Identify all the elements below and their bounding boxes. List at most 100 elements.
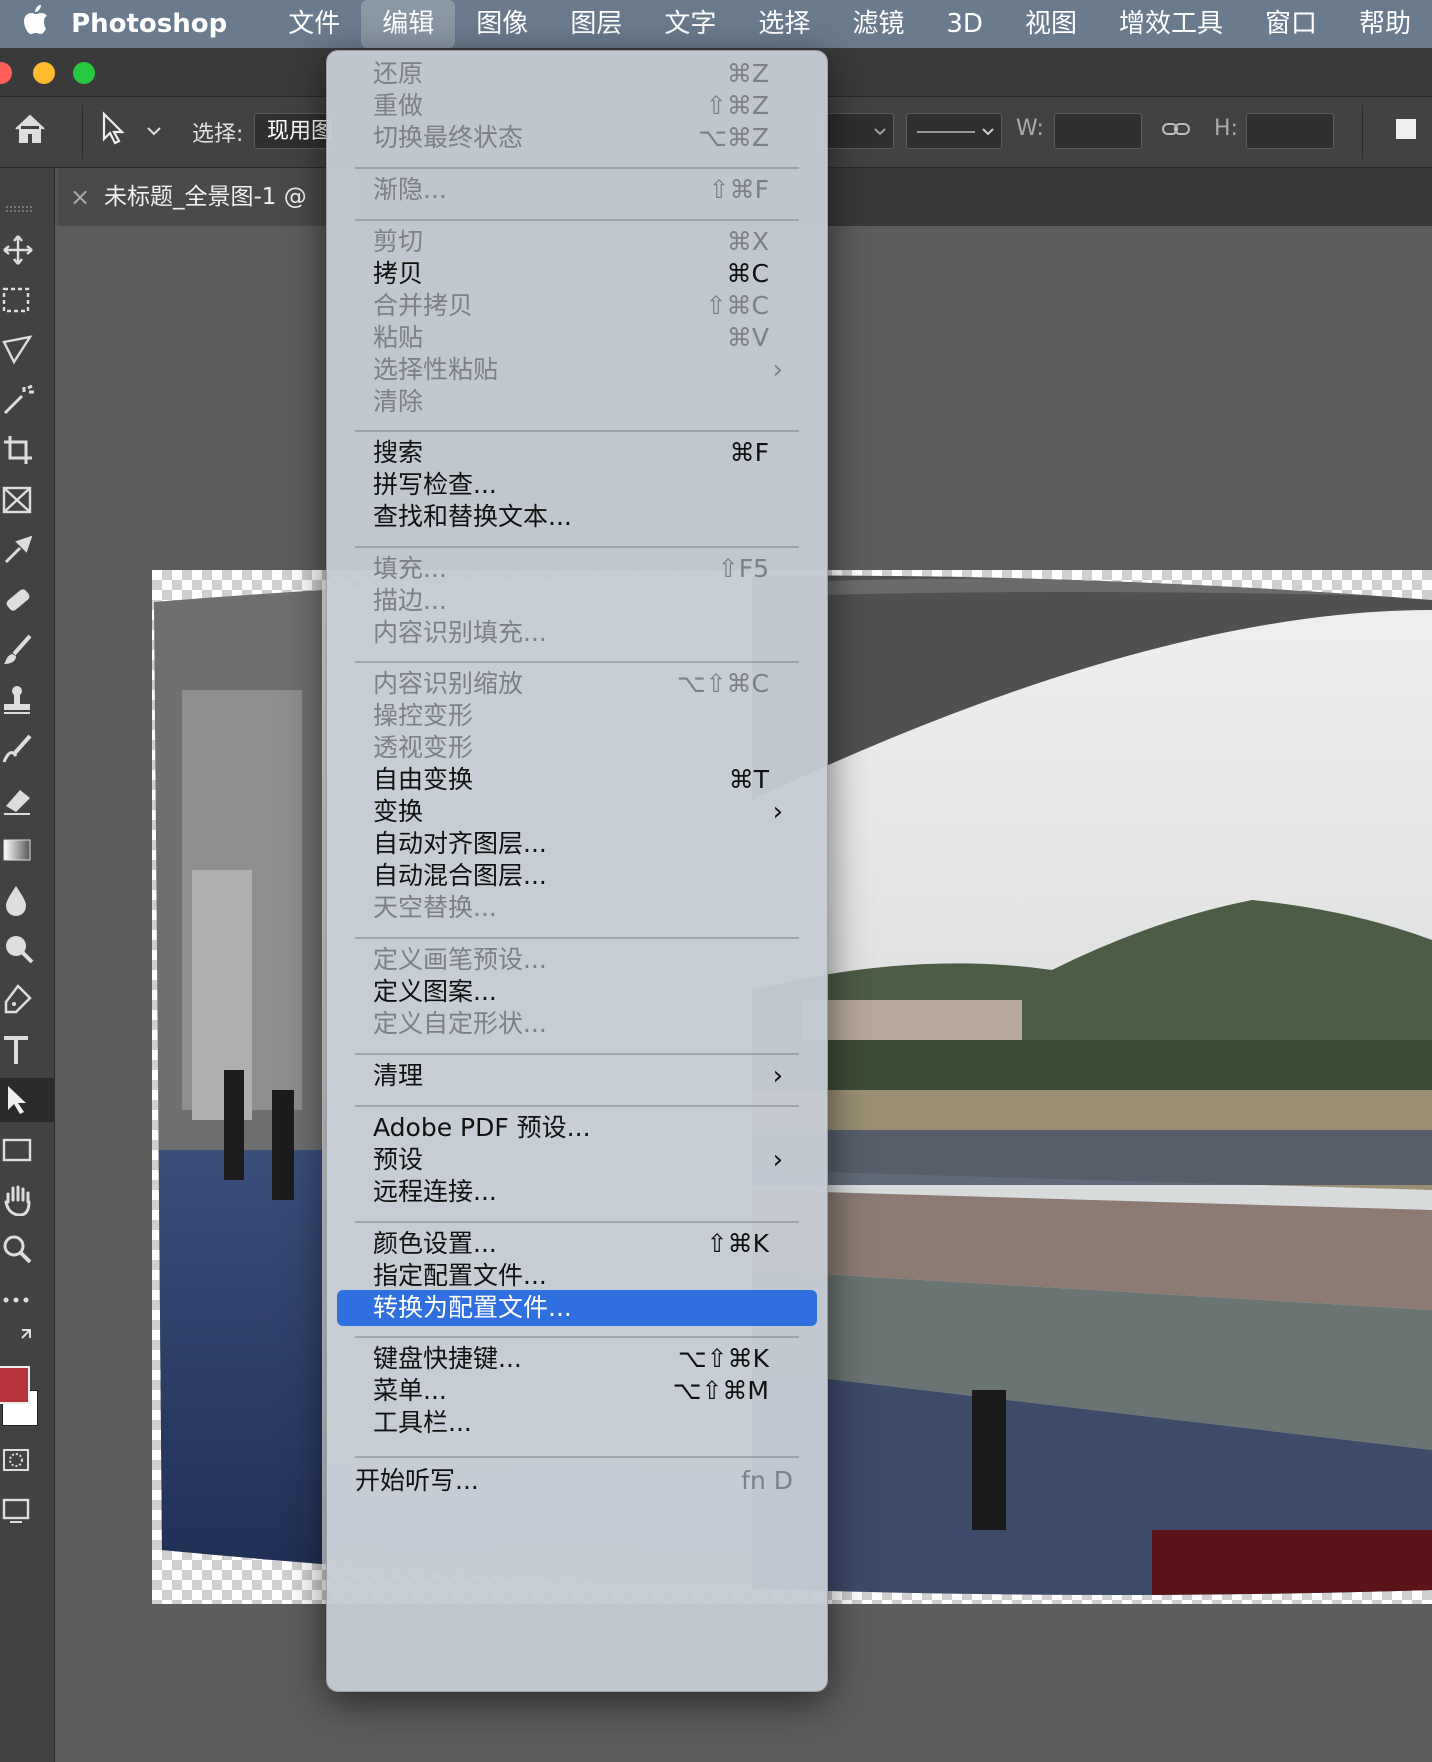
lasso-tool-icon[interactable] xyxy=(0,328,54,372)
menu-item: 清除 xyxy=(337,384,817,420)
menu-item[interactable]: 查找和替换文本... xyxy=(337,499,817,535)
menu-item: 填充... ⇧F5 xyxy=(337,551,817,587)
menu-item[interactable]: 搜索 ⌘F xyxy=(337,435,817,471)
menu-item-label: 远程连接... xyxy=(373,1177,497,1206)
menu-separator xyxy=(355,1336,799,1338)
menu-file[interactable]: 文件 xyxy=(267,0,361,48)
home-icon[interactable] xyxy=(12,111,48,153)
chevron-down-icon[interactable] xyxy=(146,119,162,144)
menu-edit[interactable]: 编辑 xyxy=(361,0,456,48)
stroke-width-dropdown[interactable] xyxy=(820,113,894,149)
menu-item[interactable]: 定义图案... xyxy=(337,974,817,1010)
menu-item[interactable]: 拼写检查... xyxy=(337,467,817,503)
stroke-type-dropdown[interactable] xyxy=(906,113,1002,149)
close-tab-icon[interactable]: × xyxy=(70,168,90,226)
menu-item-label: 清除 xyxy=(373,387,424,416)
more-tools-icon[interactable] xyxy=(0,1278,54,1322)
history-brush-tool-icon[interactable] xyxy=(0,728,54,772)
menu-item[interactable]: 清理 › xyxy=(337,1058,817,1094)
menu-item[interactable]: Adobe PDF 预设... xyxy=(337,1110,817,1146)
document-tab[interactable]: × 未标题_全景图-1 @ xyxy=(58,168,358,226)
menu-select[interactable]: 选择 xyxy=(737,0,831,48)
zoom-window-button[interactable] xyxy=(73,62,95,84)
menu-3d[interactable]: 3D xyxy=(925,0,1004,48)
menu-item[interactable]: 预设 › xyxy=(337,1142,817,1178)
marquee-tool-icon[interactable] xyxy=(0,278,54,322)
menu-item-label: 开始听写... xyxy=(355,1466,479,1495)
menu-item-shortcut: ⇧⌘Z xyxy=(705,91,769,120)
zoom-tool-icon[interactable] xyxy=(0,1228,54,1272)
foreground-color-swatch[interactable] xyxy=(0,1366,30,1404)
menu-item: 剪切 ⌘X xyxy=(337,224,817,260)
menu-item[interactable]: 工具栏... xyxy=(337,1405,817,1441)
pen-tool-icon[interactable] xyxy=(0,978,54,1022)
select-dropdown[interactable]: 现用图 xyxy=(254,113,334,149)
menu-item[interactable]: 转换为配置文件... xyxy=(337,1290,817,1326)
menu-item-shortcut: ⌘X xyxy=(726,227,769,256)
chevron-right-icon: › xyxy=(772,1061,783,1091)
menu-item[interactable]: 开始听写... fn D xyxy=(337,1463,817,1499)
menu-item[interactable]: 变换 › xyxy=(337,794,817,830)
path-selection-icon[interactable] xyxy=(98,111,128,153)
close-window-button[interactable] xyxy=(0,62,12,84)
dodge-tool-icon[interactable] xyxy=(0,928,54,972)
menu-item-label: 描边... xyxy=(373,586,447,615)
menu-layer[interactable]: 图层 xyxy=(549,0,643,48)
eraser-tool-icon[interactable] xyxy=(0,778,54,822)
brush-tool-icon[interactable] xyxy=(0,628,54,672)
menu-item: 还原 ⌘Z xyxy=(337,56,817,92)
menu-item[interactable]: 键盘快捷键... ⌥⇧⌘K xyxy=(337,1341,817,1377)
menu-item[interactable]: 自动混合图层... xyxy=(337,858,817,894)
minimize-window-button[interactable] xyxy=(33,62,55,84)
menu-item[interactable]: 自由变换 ⌘T xyxy=(337,762,817,798)
menu-item: 合并拷贝 ⇧⌘C xyxy=(337,288,817,324)
rectangle-tool-icon[interactable] xyxy=(0,1128,54,1172)
menu-item[interactable]: 拷贝 ⌘C xyxy=(337,256,817,292)
swap-colors-icon[interactable] xyxy=(0,1320,54,1364)
menu-photoshop[interactable]: Photoshop xyxy=(71,0,267,48)
menu-separator xyxy=(355,430,799,432)
move-tool-icon[interactable] xyxy=(0,228,54,272)
menu-item-label: 转换为配置文件... xyxy=(373,1293,572,1322)
frame-tool-icon[interactable] xyxy=(0,478,54,522)
menu-item-label: 定义图案... xyxy=(373,977,497,1006)
menu-help[interactable]: 帮助 xyxy=(1338,0,1432,48)
menu-item-label: 内容识别填充... xyxy=(373,618,547,647)
quick-mask-icon[interactable] xyxy=(0,1438,54,1482)
menu-window[interactable]: 窗口 xyxy=(1244,0,1338,48)
height-field[interactable] xyxy=(1246,113,1334,149)
healing-brush-tool-icon[interactable] xyxy=(0,578,54,622)
menu-item[interactable]: 自动对齐图层... xyxy=(337,826,817,862)
menu-item-label: 变换 xyxy=(373,797,424,826)
screen-mode-icon[interactable] xyxy=(0,1488,54,1532)
menu-item[interactable]: 菜单... ⌥⇧⌘M xyxy=(337,1373,817,1409)
magic-wand-tool-icon[interactable] xyxy=(0,378,54,422)
menu-item[interactable]: 指定配置文件... xyxy=(337,1258,817,1294)
menu-view[interactable]: 视图 xyxy=(1004,0,1098,48)
menu-item[interactable]: 远程连接... xyxy=(337,1174,817,1210)
menu-item-label: 天空替换... xyxy=(373,893,497,922)
menu-item: 天空替换... xyxy=(337,890,817,926)
menu-separator xyxy=(355,1053,799,1055)
width-field[interactable] xyxy=(1054,113,1142,149)
link-icon[interactable] xyxy=(1160,115,1192,149)
blur-tool-icon[interactable] xyxy=(0,878,54,922)
menu-image[interactable]: 图像 xyxy=(455,0,549,48)
path-selection-tool-icon[interactable] xyxy=(0,1078,54,1122)
apple-menu-icon[interactable] xyxy=(0,5,71,43)
eyedropper-tool-icon[interactable] xyxy=(0,528,54,572)
menu-type[interactable]: 文字 xyxy=(643,0,737,48)
hand-tool-icon[interactable] xyxy=(0,1178,54,1222)
grip-icon[interactable] xyxy=(0,198,54,212)
path-operations-icon[interactable] xyxy=(1396,119,1416,139)
crop-tool-icon[interactable] xyxy=(0,428,54,472)
menu-item-label: 选择性粘贴 xyxy=(373,355,499,384)
menu-item[interactable]: 颜色设置... ⇧⌘K xyxy=(337,1226,817,1262)
gradient-tool-icon[interactable] xyxy=(0,828,54,872)
menu-filter[interactable]: 滤镜 xyxy=(831,0,925,48)
menu-item: 选择性粘贴 › xyxy=(337,352,817,388)
menu-item-label: 定义自定形状... xyxy=(373,1009,547,1038)
menu-plugins[interactable]: 增效工具 xyxy=(1098,0,1244,48)
type-tool-icon[interactable] xyxy=(0,1028,54,1072)
stamp-tool-icon[interactable] xyxy=(0,678,54,722)
